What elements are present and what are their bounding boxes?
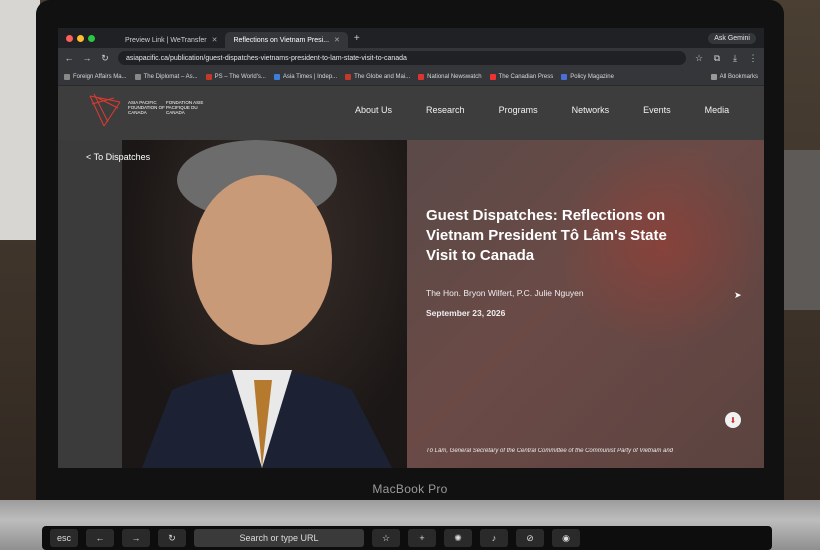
forward-arrow-icon[interactable]: →: [82, 53, 92, 63]
esc-key[interactable]: esc: [50, 529, 78, 547]
apfc-logo-icon[interactable]: [88, 92, 122, 128]
maximize-window-button[interactable]: [88, 34, 95, 42]
touchbar-reload-icon[interactable]: ↻: [158, 529, 186, 547]
star-icon[interactable]: ☆: [694, 53, 704, 64]
president-portrait-photo: [122, 140, 407, 468]
bookmark-favicon-icon: [64, 73, 70, 80]
nav-programs[interactable]: Programs: [499, 105, 538, 115]
back-to-dispatches-link[interactable]: < To Dispatches: [86, 152, 150, 162]
nav-media[interactable]: Media: [705, 105, 730, 115]
download-icon[interactable]: ⤓: [730, 53, 740, 64]
portrait-illustration: [142, 140, 392, 468]
tab-reflections[interactable]: Reflections on Vietnam Presi... ✕: [225, 32, 348, 48]
pdf-download-icon[interactable]: ⬇: [725, 412, 741, 428]
tab-wetransfer[interactable]: Preview Link | WeTransfer ✕: [117, 32, 225, 48]
photo-caption: Tô Lâm, General Secretary of the Central…: [426, 448, 673, 454]
touchbar-mute-icon[interactable]: ⊘: [516, 529, 544, 547]
device-bezel-label: MacBook Pro: [372, 482, 448, 496]
menu-icon[interactable]: ⋮: [748, 53, 758, 64]
article-title: Guest Dispatches: Reflections on Vietnam…: [426, 207, 667, 264]
bookmark-asia-times[interactable]: Asia Times | Indep...: [273, 73, 337, 80]
bookmark-globe-and-mail[interactable]: The Globe and Mai...: [345, 73, 410, 80]
touchbar-search-label: Search or type URL: [239, 533, 319, 543]
web-page: ASIA PACIFIC FOUNDATION OF CANADA FONDAT…: [58, 86, 764, 468]
touch-bar: esc ← → ↻ Search or type URL ☆ + ✺ ♪ ⊘ ◉: [42, 526, 772, 550]
close-tab-icon[interactable]: ✕: [334, 36, 340, 44]
mouse-cursor-icon: ➤: [734, 290, 742, 300]
main-nav: About Us Research Programs Networks Even…: [355, 105, 763, 115]
nav-about-us[interactable]: About Us: [355, 105, 392, 115]
bookmark-favicon-icon: [205, 73, 212, 80]
touchbar-volume-icon[interactable]: ♪: [480, 529, 508, 547]
bookmark-foreign-affairs[interactable]: Foreign Affairs Ma...: [64, 73, 127, 80]
bookmark-favicon-icon: [418, 73, 425, 80]
bookmark-favicon-icon: [273, 73, 280, 80]
touchbar-siri-icon[interactable]: ◉: [552, 529, 580, 547]
touchbar-forward-icon[interactable]: →: [122, 529, 150, 547]
article-date: September 23, 2026: [426, 308, 506, 318]
address-bar[interactable]: asiapacific.ca/publication/guest-dispatc…: [118, 51, 686, 65]
nav-research[interactable]: Research: [426, 105, 465, 115]
touchbar-search[interactable]: Search or type URL: [194, 529, 364, 547]
nav-networks[interactable]: Networks: [572, 105, 610, 115]
all-bookmarks-folder[interactable]: All Bookmarks: [710, 73, 758, 80]
bookmark-ps[interactable]: PS – The World's...: [205, 73, 266, 80]
background-object-left: [0, 0, 40, 240]
touchbar-star-icon[interactable]: ☆: [372, 529, 400, 547]
logo-text-fr: FONDATION ASIE PACIFIQUE DU CANADA: [166, 100, 204, 115]
window-controls: [66, 34, 95, 42]
bookmark-favicon-icon: [561, 73, 568, 80]
laptop-screen: Preview Link | WeTransfer ✕ Reflections …: [58, 28, 764, 468]
extensions-icon[interactable]: ⧉: [712, 53, 722, 64]
article-hero: Guest Dispatches: Reflections on Vietnam…: [407, 140, 764, 468]
touchbar-brightness-icon[interactable]: ✺: [444, 529, 472, 547]
nav-events[interactable]: Events: [643, 105, 671, 115]
close-window-button[interactable]: [66, 34, 73, 42]
close-tab-icon[interactable]: ✕: [212, 36, 218, 44]
bookmark-diplomat[interactable]: The Diplomat – As...: [134, 73, 198, 80]
reload-icon[interactable]: ↻: [100, 53, 110, 64]
url-text: asiapacific.ca/publication/guest-dispatc…: [126, 54, 407, 62]
ask-gemini-button[interactable]: Ask Gemini: [708, 32, 756, 44]
tab-label: Reflections on Vietnam Presi...: [233, 36, 330, 44]
bookmark-canadian-press[interactable]: The Canadian Press: [489, 73, 553, 80]
logo-text-en: ASIA PACIFIC FOUNDATION OF CANADA: [128, 100, 165, 115]
bookmarks-bar: Foreign Affairs Ma... The Diplomat – As.…: [58, 68, 764, 86]
tab-label: Preview Link | WeTransfer: [125, 36, 207, 44]
browser-toolbar: ← → ↻ asiapacific.ca/publication/guest-d…: [58, 48, 764, 68]
bookmark-policy-magazine[interactable]: Policy Magazine: [561, 73, 614, 80]
new-tab-button[interactable]: +: [354, 33, 360, 44]
folder-icon: [710, 73, 717, 80]
bookmark-favicon-icon: [489, 73, 496, 80]
touchbar-add-icon[interactable]: +: [408, 529, 436, 547]
site-header: ASIA PACIFIC FOUNDATION OF CANADA FONDAT…: [58, 86, 764, 140]
bookmark-favicon-icon: [345, 73, 352, 80]
browser-tab-bar: Preview Link | WeTransfer ✕ Reflections …: [58, 28, 764, 48]
minimize-window-button[interactable]: [77, 34, 84, 42]
bookmark-national-newswatch[interactable]: National Newswatch: [418, 73, 482, 80]
touchbar-back-icon[interactable]: ←: [86, 529, 114, 547]
back-arrow-icon[interactable]: ←: [64, 53, 74, 63]
article-authors[interactable]: The Hon. Bryon Wilfert, P.C. Julie Nguye…: [426, 288, 584, 298]
bookmark-favicon-icon: [134, 73, 141, 80]
